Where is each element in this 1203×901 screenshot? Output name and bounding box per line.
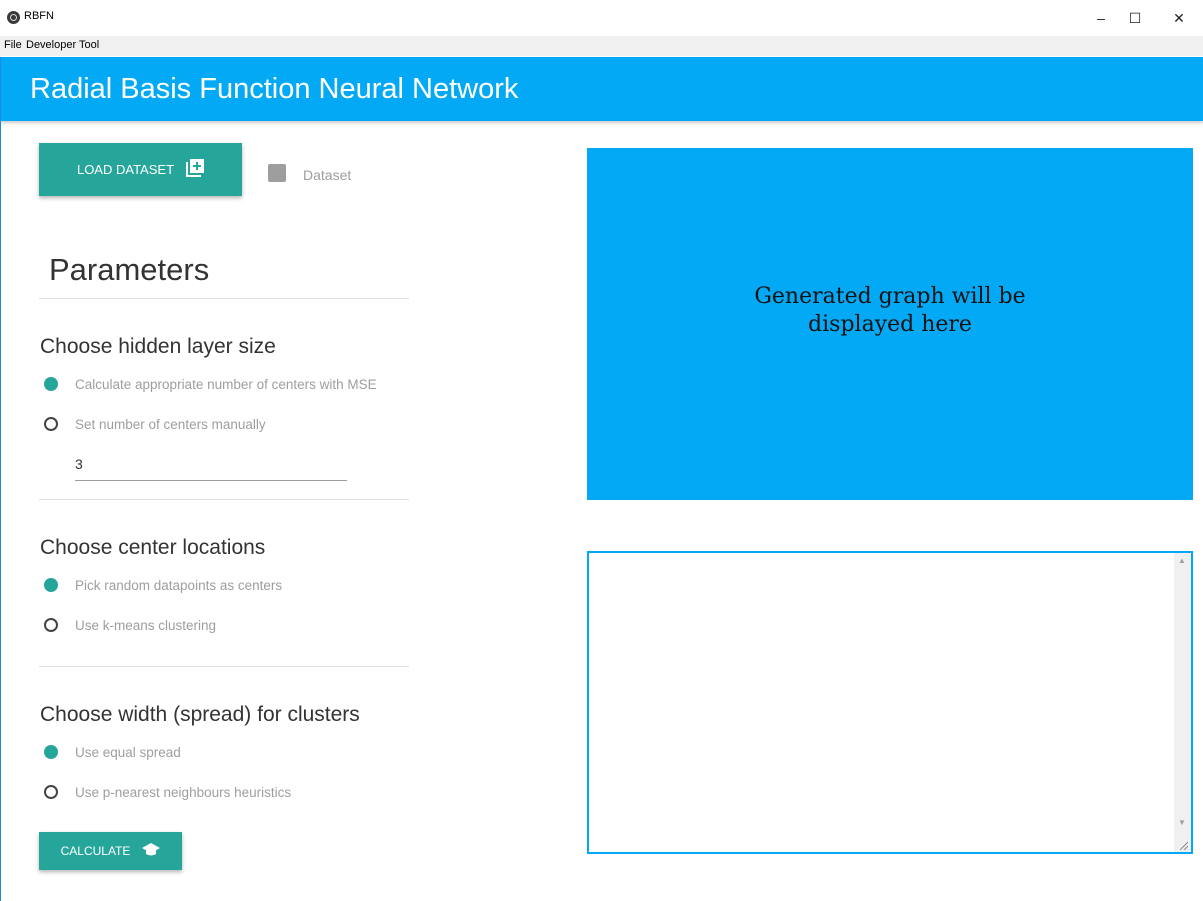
load-dataset-label: LOAD DATASET	[76, 162, 175, 177]
radio-mse-centers[interactable]	[44, 377, 58, 391]
resize-grip-icon[interactable]	[1178, 840, 1188, 850]
app-header: Radial Basis Function Neural Network	[0, 57, 1203, 121]
title-bar: RBFN – ☐ ✕	[0, 0, 1203, 36]
page-title: Radial Basis Function Neural Network	[30, 73, 519, 105]
radio-kmeans[interactable]	[44, 618, 58, 632]
menu-developer-tool[interactable]: Developer Tool	[26, 39, 99, 51]
menu-file[interactable]: File	[4, 39, 22, 51]
radio-kmeans-label[interactable]: Use k-means clustering	[75, 618, 216, 633]
spread-title: Choose width (spread) for clusters	[40, 703, 360, 726]
calculate-label: CALCULATE	[60, 844, 131, 858]
radio-equal-spread-label[interactable]: Use equal spread	[75, 745, 181, 760]
radio-p-nearest[interactable]	[44, 785, 58, 799]
divider	[39, 499, 409, 500]
center-locations-title: Choose center locations	[40, 536, 266, 559]
divider	[39, 666, 409, 667]
close-button[interactable]: ✕	[1164, 6, 1194, 30]
radio-random-centers-label[interactable]: Pick random datapoints as centers	[75, 578, 282, 593]
load-dataset-button[interactable]: LOAD DATASET	[39, 143, 242, 196]
radio-mse-centers-label[interactable]: Calculate appropriate number of centers …	[75, 377, 377, 392]
calculate-button[interactable]: CALCULATE	[39, 832, 182, 870]
parameters-title: Parameters	[49, 252, 210, 287]
radio-equal-spread[interactable]	[44, 745, 58, 759]
radio-manual-centers[interactable]	[44, 417, 58, 431]
centers-count-input[interactable]	[75, 448, 347, 481]
dataset-checkbox-label: Dataset	[303, 167, 352, 183]
radio-p-nearest-label[interactable]: Use p-nearest neighbours heuristics	[75, 785, 291, 800]
output-textarea[interactable]	[587, 551, 1193, 854]
scroll-down-icon[interactable]: ▼	[1178, 818, 1186, 827]
scroll-up-icon[interactable]: ▲	[1178, 556, 1186, 565]
hidden-layer-title: Choose hidden layer size	[40, 335, 276, 358]
graph-panel: Generated graph will be displayed here	[587, 148, 1193, 500]
divider	[39, 298, 409, 299]
library-add-icon	[186, 159, 205, 180]
window-title: RBFN	[24, 10, 54, 22]
window-edge	[0, 57, 1, 901]
output-scrollbar[interactable]: ▲ ▼	[1174, 553, 1191, 852]
menu-bar: File Developer Tool	[0, 36, 1203, 56]
minimize-button[interactable]: –	[1086, 6, 1116, 30]
radio-manual-centers-label[interactable]: Set number of centers manually	[75, 417, 266, 432]
dataset-checkbox[interactable]	[268, 164, 286, 182]
radio-random-centers[interactable]	[44, 578, 58, 592]
maximize-button[interactable]: ☐	[1120, 6, 1150, 30]
graph-placeholder: Generated graph will be displayed here	[754, 284, 1026, 337]
app-icon	[7, 11, 20, 24]
graduation-cap-icon	[142, 842, 161, 860]
